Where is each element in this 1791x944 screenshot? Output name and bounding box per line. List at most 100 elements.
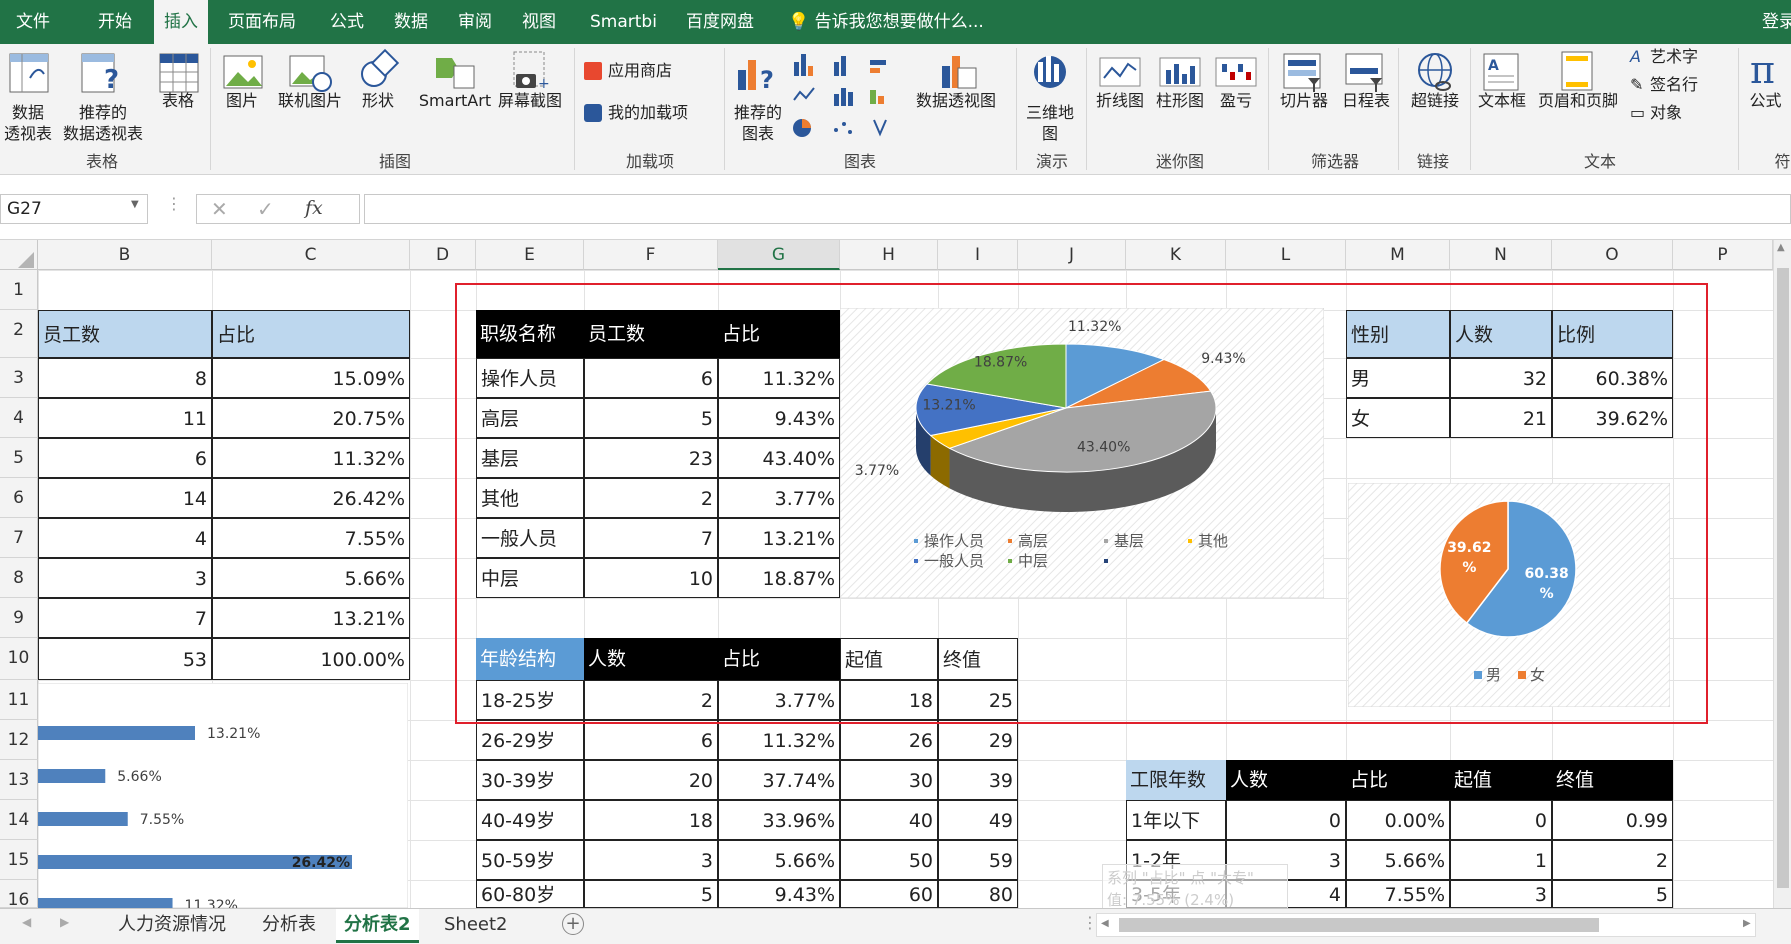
table-cell[interactable]: 30 — [840, 760, 938, 800]
row-header-1[interactable]: 1 — [0, 270, 38, 310]
table-cell[interactable]: 3 — [1450, 880, 1552, 908]
table-header[interactable]: 职级名称 — [476, 310, 584, 358]
table-cell[interactable]: 18-25岁 — [476, 680, 584, 720]
column-header-d[interactable]: D — [410, 240, 476, 270]
table-header[interactable]: 占比 — [718, 310, 840, 358]
tab-formulas[interactable]: 公式 — [330, 0, 364, 44]
my-addins-button[interactable]: 我的加载项 — [582, 102, 718, 126]
sheet-tab-analysis2[interactable]: 分析表2 — [336, 909, 419, 943]
horizontal-scrollbar[interactable]: ◀ ▶ — [1096, 913, 1756, 937]
table-header[interactable]: 占比 — [1346, 760, 1450, 800]
table-cell[interactable]: 32 — [1450, 358, 1552, 398]
table-header[interactable]: 人数 — [1450, 310, 1552, 358]
gender-pie-chart[interactable]: 60.38% 39.62% 男 女 — [1348, 483, 1670, 707]
row-header-2[interactable]: 2 — [0, 310, 38, 358]
table-cell[interactable]: 26-29岁 — [476, 720, 584, 760]
tab-file[interactable]: 文件 — [16, 0, 50, 44]
column-header-h[interactable]: H — [840, 240, 938, 270]
row-header-15[interactable]: 15 — [0, 840, 38, 880]
table-cell[interactable]: 59 — [938, 840, 1018, 880]
table-cell[interactable]: 53 — [38, 638, 212, 680]
table-cell[interactable]: 2 — [584, 680, 718, 720]
table-cell[interactable]: 5.66% — [1346, 840, 1450, 880]
row-header-8[interactable]: 8 — [0, 558, 38, 598]
table-cell[interactable]: 25 — [938, 680, 1018, 720]
table-cell[interactable]: 100.00% — [212, 638, 410, 680]
column-header-k[interactable]: K — [1126, 240, 1226, 270]
table-cell[interactable]: 37.74% — [718, 760, 840, 800]
tell-me-box[interactable]: 💡 告诉我您想要做什么... — [788, 0, 984, 44]
table-header[interactable]: 人数 — [1226, 760, 1346, 800]
row-header-9[interactable]: 9 — [0, 598, 38, 638]
column-header-c[interactable]: C — [212, 240, 410, 270]
table-cell[interactable]: 11 — [38, 398, 212, 438]
table-cell[interactable]: 80 — [938, 880, 1018, 908]
table-cell[interactable]: 7 — [38, 598, 212, 638]
table-header[interactable]: 起值 — [840, 638, 938, 680]
row-header-14[interactable]: 14 — [0, 800, 38, 840]
table-cell[interactable]: 11.32% — [718, 720, 840, 760]
prev-sheet-icon[interactable]: ◀ — [22, 915, 31, 929]
table-cell[interactable]: 2 — [584, 478, 718, 518]
table-cell[interactable]: 5 — [584, 398, 718, 438]
table-cell[interactable]: 39.62% — [1552, 398, 1673, 438]
table-cell[interactable]: 7.55% — [1346, 880, 1450, 908]
table-header[interactable]: 起值 — [1450, 760, 1552, 800]
row-header-10[interactable]: 10 — [0, 638, 38, 680]
table-cell[interactable]: 20 — [584, 760, 718, 800]
column-header-i[interactable]: I — [938, 240, 1018, 270]
row-header-12[interactable]: 12 — [0, 720, 38, 760]
table-cell[interactable]: 3.77% — [718, 478, 840, 518]
table-cell[interactable]: 5 — [1552, 880, 1673, 908]
table-cell[interactable]: 23 — [584, 438, 718, 478]
table-cell[interactable]: 5 — [584, 880, 718, 908]
confirm-icon[interactable]: ✓ — [257, 197, 274, 221]
table-cell[interactable]: 11.32% — [212, 438, 410, 478]
tab-smartbi[interactable]: Smartbi — [590, 0, 657, 44]
column-header-o[interactable]: O — [1552, 240, 1673, 270]
table-cell[interactable]: 13.21% — [212, 598, 410, 638]
table-cell[interactable]: 1年以下 — [1126, 800, 1226, 840]
table-header[interactable]: 年龄结构 — [476, 638, 584, 680]
table-cell[interactable]: 3.77% — [718, 680, 840, 720]
table-cell[interactable]: 10 — [584, 558, 718, 598]
table-cell[interactable]: 50-59岁 — [476, 840, 584, 880]
table-cell[interactable]: 0.99 — [1552, 800, 1673, 840]
insert-function-icon[interactable]: fx — [305, 197, 323, 219]
add-sheet-icon[interactable]: + — [562, 913, 584, 935]
ratio-bar-chart[interactable]: 13.21% 5.66% 7.55% 26.42% 11.32% — [38, 683, 408, 908]
table-cell[interactable]: 3 — [584, 840, 718, 880]
store-button[interactable]: 应用商店 — [582, 60, 712, 84]
column-header-m[interactable]: M — [1346, 240, 1450, 270]
row-header-11[interactable]: 11 — [0, 680, 38, 720]
tab-page-layout[interactable]: 页面布局 — [228, 0, 296, 44]
tab-insert[interactable]: 插入 — [154, 0, 208, 44]
table-cell[interactable]: 其他 — [476, 478, 584, 518]
table-cell[interactable]: 6 — [584, 358, 718, 398]
table-cell[interactable]: 女 — [1346, 398, 1450, 438]
table-cell[interactable]: 40 — [840, 800, 938, 840]
row-header-7[interactable]: 7 — [0, 518, 38, 558]
table-cell[interactable]: 中层 — [476, 558, 584, 598]
table-cell[interactable]: 18 — [584, 800, 718, 840]
table-header[interactable]: 终值 — [1552, 760, 1673, 800]
h-scroll-thumb[interactable] — [1119, 918, 1599, 932]
row-header-4[interactable]: 4 — [0, 398, 38, 438]
table-cell[interactable]: 6 — [584, 720, 718, 760]
next-sheet-icon[interactable]: ▶ — [60, 915, 69, 929]
table-cell[interactable]: 一般人员 — [476, 518, 584, 558]
table-cell[interactable]: 18 — [840, 680, 938, 720]
table-cell[interactable]: 0 — [1226, 800, 1346, 840]
signature-line-button[interactable]: ✎ 签名行 — [1628, 72, 1738, 96]
column-header-j[interactable]: J — [1018, 240, 1126, 270]
table-cell[interactable]: 5.66% — [212, 558, 410, 598]
table-cell[interactable]: 4 — [38, 518, 212, 558]
scroll-right-icon[interactable]: ▶ — [1743, 918, 1751, 929]
tab-view[interactable]: 视图 — [522, 0, 556, 44]
row-header-3[interactable]: 3 — [0, 358, 38, 398]
table-cell[interactable]: 0 — [1450, 800, 1552, 840]
column-header-f[interactable]: F — [584, 240, 718, 270]
table-cell[interactable]: 60.38% — [1552, 358, 1673, 398]
table-cell[interactable]: 43.40% — [718, 438, 840, 478]
table-cell[interactable]: 30-39岁 — [476, 760, 584, 800]
